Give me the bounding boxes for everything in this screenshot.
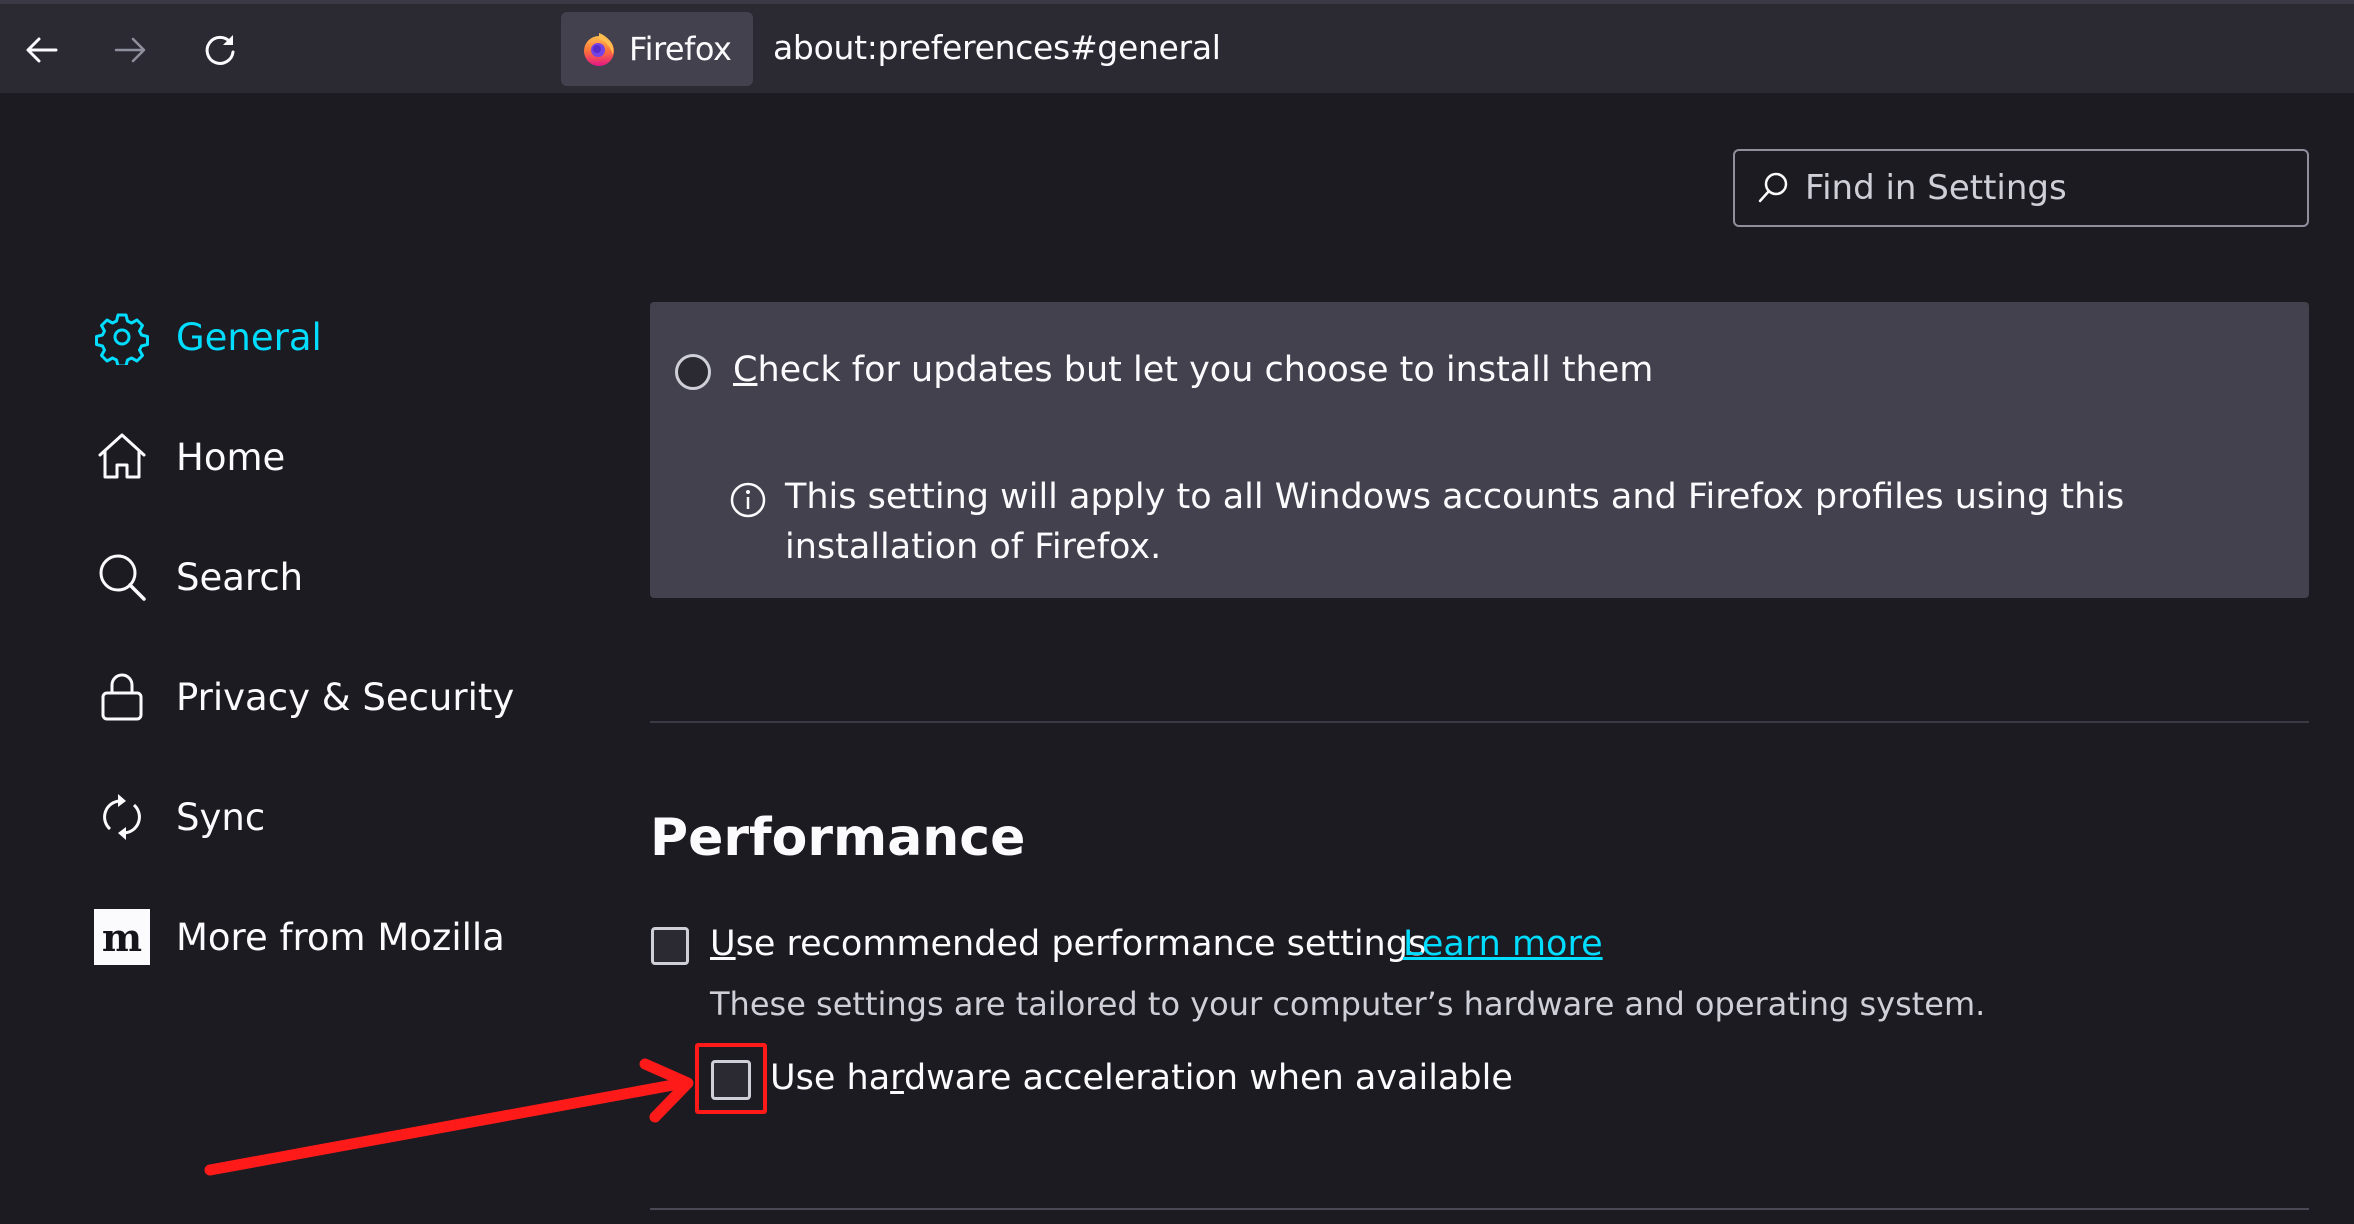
sidebar-item-sync[interactable]: Sync xyxy=(92,782,592,852)
reload-icon xyxy=(205,35,235,65)
section-divider xyxy=(650,1208,2309,1210)
sidebar-item-label: Search xyxy=(176,555,304,599)
search-icon xyxy=(1758,172,1788,203)
sidebar-item-more-from-mozilla[interactable]: m More from Mozilla xyxy=(92,902,592,972)
check-updates-label[interactable]: Check for updates but let you choose to … xyxy=(733,350,1653,390)
sidebar-item-search[interactable]: Search xyxy=(92,542,592,612)
performance-description: These settings are tailored to your comp… xyxy=(710,985,1986,1023)
label-text: Use ha xyxy=(770,1058,891,1098)
recommended-performance-label[interactable]: Use recommended performance settings xyxy=(710,924,1426,964)
label-text: se recommended performance settings xyxy=(735,924,1427,964)
search-icon xyxy=(92,547,152,607)
recommended-performance-checkbox[interactable] xyxy=(651,927,689,965)
info-icon xyxy=(730,482,766,518)
gear-icon xyxy=(92,307,152,367)
performance-heading: Performance xyxy=(650,808,1026,868)
sidebar-item-privacy-security[interactable]: Privacy & Security xyxy=(92,662,592,732)
sync-icon xyxy=(92,787,152,847)
url-bar[interactable]: about:preferences#general xyxy=(773,28,1221,67)
lock-icon xyxy=(92,667,152,727)
arrow-left-icon xyxy=(26,37,58,63)
accesskey: U xyxy=(710,924,736,964)
sidebar-item-home[interactable]: Home xyxy=(92,422,592,492)
info-message: This setting will apply to all Windows a… xyxy=(785,477,2125,567)
identity-label: Firefox xyxy=(629,30,732,68)
mozilla-m-icon: m xyxy=(92,907,152,967)
svg-text:m: m xyxy=(102,915,142,960)
firefox-logo-icon xyxy=(584,33,614,66)
reload-button[interactable] xyxy=(192,22,248,78)
annotation-highlight-box xyxy=(695,1043,767,1114)
sidebar-item-label: Sync xyxy=(176,795,266,839)
find-in-settings[interactable] xyxy=(1733,149,2309,227)
sidebar-item-label: General xyxy=(176,315,322,359)
accesskey: C xyxy=(733,350,758,390)
browser-toolbar: Firefox about:preferences#general xyxy=(0,0,2354,93)
section-divider xyxy=(650,721,2309,723)
sidebar-item-general[interactable]: General xyxy=(92,302,592,372)
label-text: heck for updates but let you choose to i… xyxy=(757,350,1654,390)
accesskey: r xyxy=(890,1058,904,1098)
forward-button[interactable] xyxy=(102,22,158,78)
sidebar-item-label: More from Mozilla xyxy=(176,915,505,959)
learn-more-link[interactable]: Learn more xyxy=(1403,924,1603,964)
back-button[interactable] xyxy=(14,22,70,78)
site-identity-chip[interactable]: Firefox xyxy=(561,12,753,86)
check-updates-radio[interactable] xyxy=(675,354,711,390)
sidebar-item-label: Privacy & Security xyxy=(176,675,515,719)
hardware-acceleration-label[interactable]: Use hardware acceleration when available xyxy=(770,1058,1513,1098)
home-icon xyxy=(92,427,152,487)
arrow-right-icon xyxy=(114,37,146,63)
label-text: dware acceleration when available xyxy=(903,1058,1513,1098)
find-in-settings-input[interactable] xyxy=(1803,167,2277,209)
sidebar-item-label: Home xyxy=(176,435,286,479)
